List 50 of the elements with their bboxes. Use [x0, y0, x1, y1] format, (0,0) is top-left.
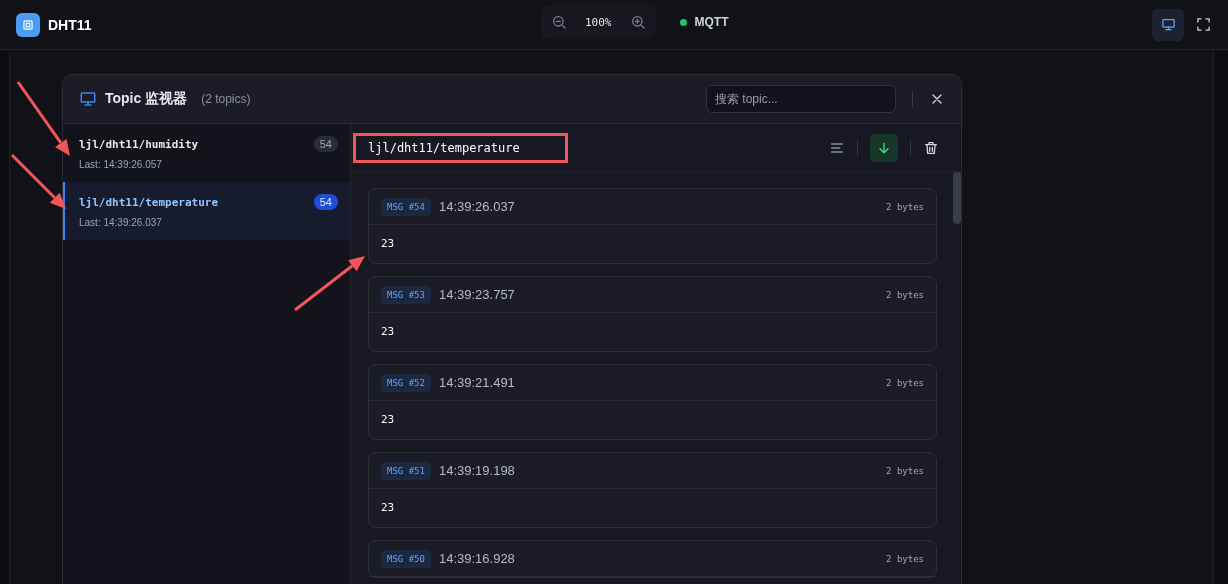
connection-label: MQTT	[694, 15, 729, 29]
scrollbar-thumb[interactable]	[953, 172, 961, 224]
message-value: 23	[380, 324, 396, 340]
message-count: 54	[313, 136, 338, 152]
message-time: 14:39:16.928	[438, 551, 515, 566]
monitor-icon	[79, 90, 97, 108]
topic-item[interactable]: ljl/dht11/temperature 54 Last: 14:39:26.037	[63, 182, 350, 240]
message-time: 14:39:19.198	[438, 463, 515, 478]
topic-name: ljl/dht11/temperature	[79, 195, 219, 209]
zoom-in-icon	[629, 14, 646, 30]
message-time: 14:39:23.757	[438, 287, 515, 302]
message-size: 2 bytes	[886, 465, 924, 476]
message-size: 2 bytes	[886, 377, 924, 388]
message-size: 2 bytes	[886, 553, 924, 564]
topic-item[interactable]: ljl/dht11/humidity 54 Last: 14:39:26.057	[63, 124, 350, 182]
message-id: MSG #54	[381, 197, 431, 216]
autoscroll-button[interactable]	[870, 133, 898, 162]
annotation-arrow	[10, 153, 66, 209]
message-value: 23	[380, 236, 396, 252]
last-time: Last: 14:39:26.057	[79, 159, 163, 170]
search-field[interactable]: 搜索 topic...	[706, 85, 896, 113]
zoom-out-button[interactable]	[551, 14, 567, 30]
monitor-button[interactable]	[1152, 8, 1184, 41]
message-size: 2 bytes	[886, 201, 924, 212]
trash-icon	[923, 139, 939, 156]
message-id: MSG #50	[381, 549, 431, 568]
zoom-level: 100%	[585, 15, 612, 29]
message-id: MSG #53	[381, 285, 431, 304]
chip-icon	[16, 12, 40, 37]
message-value: 23	[380, 500, 396, 516]
message-size: 2 bytes	[886, 289, 924, 300]
annotation-arrow	[294, 256, 365, 312]
message-time: 14:39:21.491	[438, 375, 515, 390]
last-time: Last: 14:39:26.037	[79, 217, 163, 228]
app-title: DHT11	[48, 16, 92, 33]
current-topic: ljl/dht11/temperature	[353, 132, 568, 163]
topic-count: (2 topics)	[201, 92, 251, 106]
fullscreen-button[interactable]	[1196, 16, 1212, 33]
fullscreen-icon	[1196, 16, 1211, 32]
message-time: 14:39:26.037	[438, 199, 515, 214]
message-value: 23	[380, 412, 396, 428]
message-id: MSG #52	[381, 373, 431, 392]
dialog-title: Topic 监视器	[105, 90, 188, 108]
zoom-in-button[interactable]	[629, 14, 646, 30]
topic-name: ljl/dht11/humidity	[79, 137, 199, 151]
message-count: 54	[313, 194, 338, 210]
message-id: MSG #51	[381, 461, 431, 480]
zoom-out-icon	[551, 14, 567, 30]
delete-button[interactable]	[923, 139, 939, 156]
monitor-icon	[1160, 17, 1176, 32]
